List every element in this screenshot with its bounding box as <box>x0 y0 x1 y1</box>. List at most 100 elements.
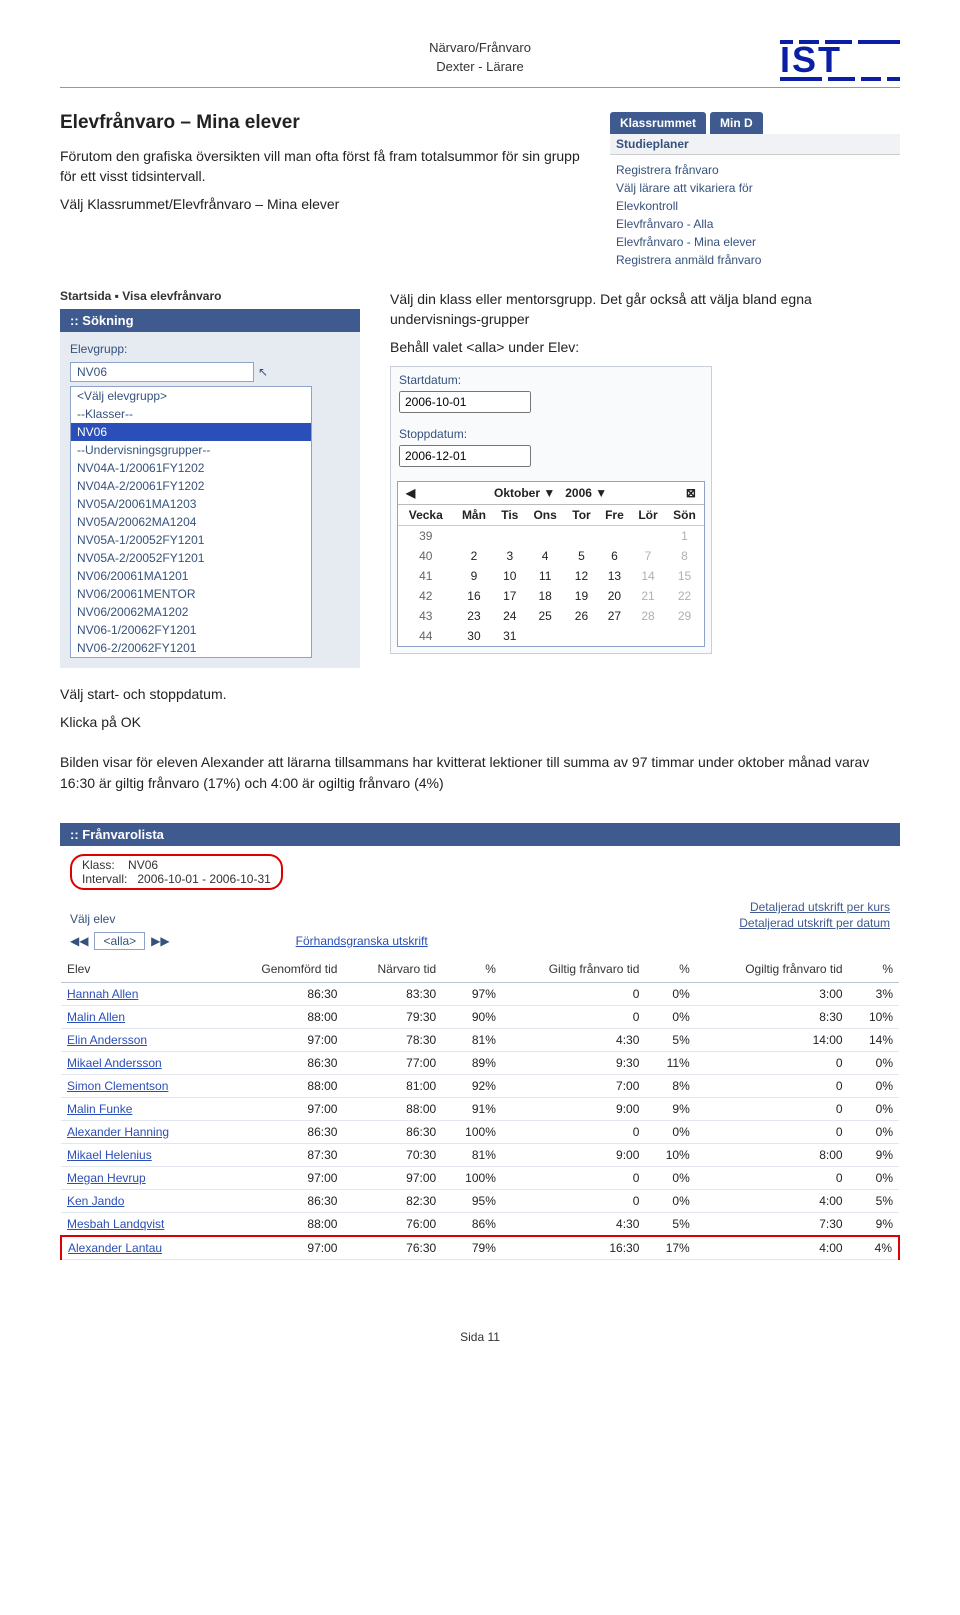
dropdown-option[interactable]: NV04A-1/20061FY1202 <box>71 459 311 477</box>
dropdown-option[interactable]: --Klasser-- <box>71 405 311 423</box>
menu-item-active[interactable]: Elevfrånvaro - Mina elever <box>610 233 900 251</box>
dropdown-option[interactable]: NV05A/20061MA1203 <box>71 495 311 513</box>
student-link[interactable]: Mesbah Landqvist <box>67 1217 164 1231</box>
table-header: % <box>849 956 899 983</box>
calendar-day[interactable]: 20 <box>598 586 631 606</box>
calendar-day-header: Sön <box>665 505 704 526</box>
dropdown-option[interactable]: NV05A/20062MA1204 <box>71 513 311 531</box>
calendar-grid[interactable]: VeckaMånTisOnsTorFreLörSön39140234567841… <box>398 505 704 646</box>
student-link[interactable]: Mikael Helenius <box>67 1148 152 1162</box>
student-link[interactable]: Alexander Hanning <box>67 1125 169 1139</box>
startdatum-input[interactable] <box>399 391 531 413</box>
last-page-icon[interactable]: ▶▶ <box>151 934 169 948</box>
elevgrupp-dropdown[interactable]: <Välj elevgrupp>--Klasser--NV06--Undervi… <box>70 386 312 658</box>
calendar-day[interactable]: 23 <box>454 606 495 626</box>
calendar-day[interactable]: 14 <box>631 566 665 586</box>
calendar-day[interactable]: 29 <box>665 606 704 626</box>
calendar-day[interactable]: 31 <box>494 626 525 646</box>
dropdown-option[interactable]: NV05A-1/20052FY1201 <box>71 531 311 549</box>
elev-select[interactable]: <alla> <box>94 932 145 950</box>
calendar-day[interactable]: 3 <box>494 546 525 566</box>
table-cell: 0% <box>645 1166 695 1189</box>
calendar-day[interactable]: 17 <box>494 586 525 606</box>
calendar-month[interactable]: Oktober <box>494 486 540 500</box>
menu-item[interactable]: Elevfrånvaro - Alla <box>610 215 900 233</box>
menu-item[interactable]: Registrera frånvaro <box>610 161 900 179</box>
calendar-day[interactable]: 13 <box>598 566 631 586</box>
link-detalj-datum[interactable]: Detaljerad utskrift per datum <box>739 916 890 930</box>
highlight-circle: Klass: NV06 Intervall: 2006-10-01 - 2006… <box>70 854 283 890</box>
menu-item[interactable]: Registrera anmäld frånvaro <box>610 251 900 269</box>
student-link[interactable]: Malin Allen <box>67 1010 125 1024</box>
dropdown-option[interactable]: NV06-1/20062FY1201 <box>71 621 311 639</box>
calendar-day[interactable]: 4 <box>525 546 565 566</box>
calendar-day[interactable]: 10 <box>494 566 525 586</box>
first-page-icon[interactable]: ◀◀ <box>70 934 88 948</box>
calendar-day[interactable]: 12 <box>565 566 598 586</box>
dropdown-option[interactable]: NV06/20061MA1201 <box>71 567 311 585</box>
student-link[interactable]: Hannah Allen <box>67 987 138 1001</box>
table-cell: 10% <box>645 1143 695 1166</box>
table-header: % <box>645 956 695 983</box>
page-header: Närvaro/Frånvaro Dexter - Lärare IST <box>60 40 900 88</box>
dropdown-option[interactable]: NV06 <box>71 423 311 441</box>
calendar-day[interactable]: 28 <box>631 606 665 626</box>
table-cell: 0 <box>696 1074 849 1097</box>
calendar-day[interactable]: 15 <box>665 566 704 586</box>
calendar-day[interactable]: 1 <box>665 525 704 546</box>
menu-item[interactable]: Välj lärare att vikariera för <box>610 179 900 197</box>
table-cell: 3% <box>849 982 899 1005</box>
dropdown-option[interactable]: <Välj elevgrupp> <box>71 387 311 405</box>
student-link[interactable]: Elin Andersson <box>67 1033 147 1047</box>
calendar-day[interactable]: 25 <box>525 606 565 626</box>
tab-min-d[interactable]: Min D <box>710 112 763 134</box>
table-cell: 0 <box>696 1166 849 1189</box>
table-cell: 0% <box>849 1097 899 1120</box>
calendar-day[interactable]: 2 <box>454 546 495 566</box>
calendar-day[interactable]: 24 <box>494 606 525 626</box>
link-forhandsgranska[interactable]: Förhandsgranska utskrift <box>296 934 428 948</box>
calendar-prev-icon[interactable]: ◀ <box>406 486 415 500</box>
dropdown-option[interactable]: NV06/20061MENTOR <box>71 585 311 603</box>
calendar-year[interactable]: 2006 <box>565 486 592 500</box>
dropdown-option[interactable]: NV05A-2/20052FY1201 <box>71 549 311 567</box>
calendar-day[interactable]: 30 <box>454 626 495 646</box>
calendar-day[interactable]: 26 <box>565 606 598 626</box>
elevgrupp-select-display[interactable]: NV06 <box>70 362 254 382</box>
intervall-label: Intervall: <box>82 872 127 886</box>
student-link[interactable]: Mikael Andersson <box>67 1056 162 1070</box>
dropdown-option[interactable]: NV06-2/20062FY1201 <box>71 639 311 657</box>
student-link[interactable]: Megan Hevrup <box>67 1171 146 1185</box>
tab-klassrummet[interactable]: Klassrummet <box>610 112 706 134</box>
link-detalj-kurs[interactable]: Detaljerad utskrift per kurs <box>739 900 890 914</box>
student-link[interactable]: Alexander Lantau <box>68 1241 162 1255</box>
student-link[interactable]: Malin Funke <box>67 1102 132 1116</box>
calendar-day[interactable]: 6 <box>598 546 631 566</box>
calendar-day[interactable]: 7 <box>631 546 665 566</box>
calendar-day[interactable]: 16 <box>454 586 495 606</box>
calendar[interactable]: ◀ Oktober ▼ 2006 ▼ ⊠ VeckaMånTisOnsTorFr… <box>397 481 705 647</box>
table-header: Genomförd tid <box>220 956 343 983</box>
calendar-day[interactable]: 22 <box>665 586 704 606</box>
table-row: Ken Jando86:3082:3095%00%4:005% <box>61 1189 899 1212</box>
calendar-day[interactable]: 18 <box>525 586 565 606</box>
menu-item[interactable]: Elevkontroll <box>610 197 900 215</box>
dropdown-option[interactable]: NV04A-2/20061FY1202 <box>71 477 311 495</box>
student-link[interactable]: Simon Clementson <box>67 1079 168 1093</box>
dropdown-option[interactable]: --Undervisningsgrupper-- <box>71 441 311 459</box>
calendar-day[interactable]: 9 <box>454 566 495 586</box>
ist-logo: IST <box>780 40 900 83</box>
calendar-day <box>631 626 665 646</box>
calendar-day[interactable]: 11 <box>525 566 565 586</box>
calendar-close-icon[interactable]: ⊠ <box>686 486 696 500</box>
dropdown-option[interactable]: NV06/20062MA1202 <box>71 603 311 621</box>
stoppdatum-input[interactable] <box>399 445 531 467</box>
calendar-day[interactable]: 27 <box>598 606 631 626</box>
calendar-day[interactable]: 19 <box>565 586 598 606</box>
calendar-week-number: 44 <box>398 626 454 646</box>
table-cell: 86:30 <box>343 1120 442 1143</box>
calendar-day[interactable]: 21 <box>631 586 665 606</box>
calendar-day[interactable]: 8 <box>665 546 704 566</box>
calendar-day[interactable]: 5 <box>565 546 598 566</box>
student-link[interactable]: Ken Jando <box>67 1194 124 1208</box>
